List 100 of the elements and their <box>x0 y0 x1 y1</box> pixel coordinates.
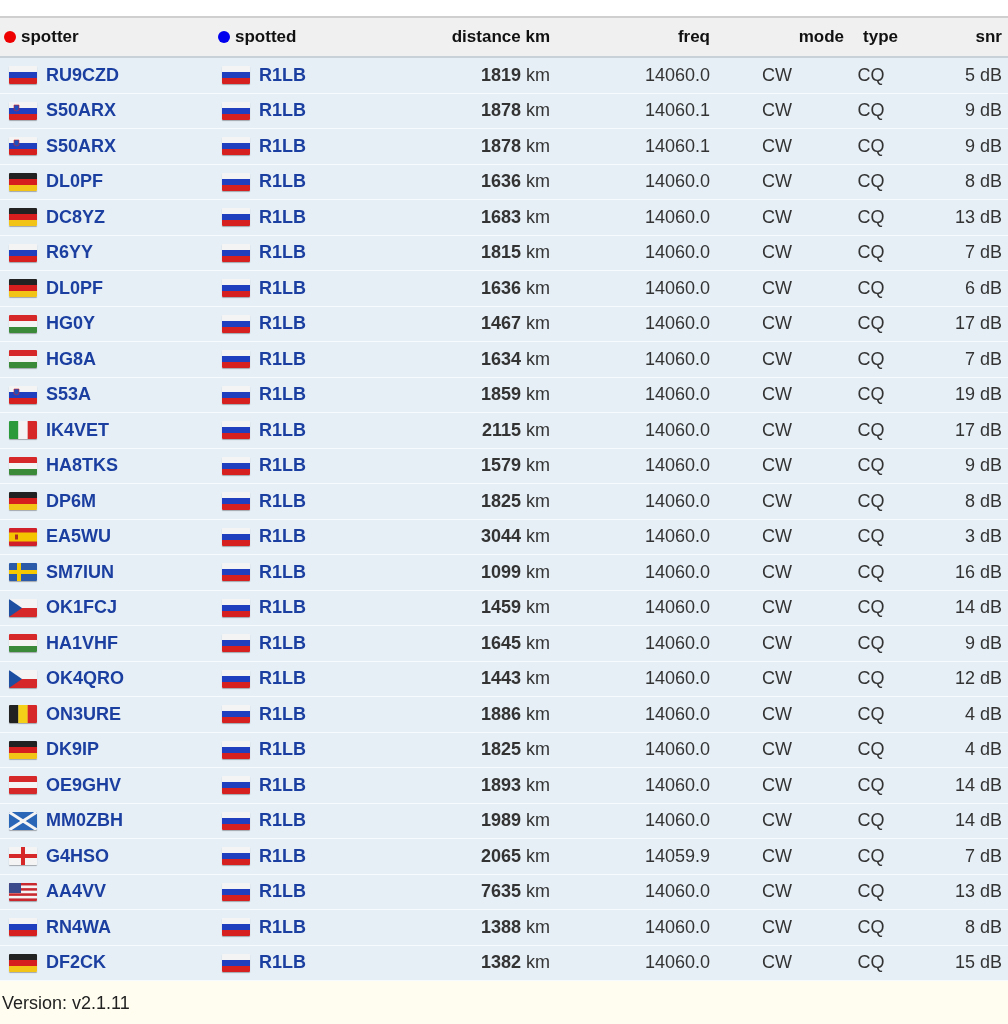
callsign-link[interactable]: HA8TKS <box>46 452 118 480</box>
column-header[interactable]: freq <box>677 24 710 50</box>
callsign-link[interactable]: HG8A <box>46 345 96 373</box>
frequency-cell: 14060.1 <box>644 135 710 156</box>
tricolor-flag-icon <box>222 953 250 972</box>
tricolor-flag-icon <box>9 634 37 653</box>
tricolor-flag-icon <box>222 740 250 759</box>
version-text: Version: v2.1.11 <box>2 991 130 1015</box>
callsign-link[interactable]: R1LB <box>259 97 306 125</box>
callsign-link[interactable]: MM0ZBH <box>46 807 123 835</box>
distance-cell: 1825 km <box>480 490 550 511</box>
tricolor-flag-icon <box>222 705 250 724</box>
callsign-link[interactable]: IK4VET <box>46 416 110 444</box>
distance-cell: 1382 km <box>480 952 550 973</box>
column-header[interactable]: distance km <box>451 24 550 50</box>
frequency-cell: 14060.0 <box>644 171 710 192</box>
snr-cell: 14 dB <box>954 810 1002 831</box>
callsign-link[interactable]: HA1VHF <box>46 629 118 657</box>
distance-cell: 1878 km <box>480 135 550 156</box>
mode-cell: CW <box>762 916 792 937</box>
callsign-link[interactable]: R1LB <box>259 842 306 870</box>
callsign-link[interactable]: DK9IP <box>46 736 99 764</box>
callsign-link[interactable]: R1LB <box>259 381 306 409</box>
callsign-link[interactable]: DC8YZ <box>46 203 105 231</box>
tricolor-flag-icon <box>222 669 250 688</box>
callsign-link[interactable]: R1LB <box>259 310 306 338</box>
callsign-link[interactable]: R1LB <box>259 949 306 977</box>
callsign-link[interactable]: OE9GHV <box>46 771 122 799</box>
callsign-link[interactable]: S50ARX <box>46 132 117 160</box>
mode-cell: CW <box>762 774 792 795</box>
callsign-link[interactable]: DL0PF <box>46 168 103 196</box>
callsign-link[interactable]: R1LB <box>259 274 306 302</box>
callsign-link[interactable]: OK4QRO <box>46 665 124 693</box>
callsign-link[interactable]: SM7IUN <box>46 558 114 586</box>
column-header[interactable]: snr <box>975 24 1002 50</box>
type-cell: CQ <box>857 206 885 227</box>
distance-cell: 1634 km <box>480 348 550 369</box>
type-cell: CQ <box>857 419 885 440</box>
callsign-link[interactable]: R6YY <box>46 239 94 267</box>
frequency-cell: 14060.0 <box>644 64 710 85</box>
callsign-link[interactable]: DP6M <box>46 487 96 515</box>
column-header[interactable]: mode <box>798 24 844 50</box>
callsign-link[interactable]: AA4VV <box>46 878 107 906</box>
callsign-link[interactable]: DL0PF <box>46 274 103 302</box>
mode-cell: CW <box>762 313 792 334</box>
distance-cell: 1099 km <box>480 561 550 582</box>
callsign-link[interactable]: R1LB <box>259 203 306 231</box>
mode-cell: CW <box>762 348 792 369</box>
column-header[interactable]: type <box>863 24 898 50</box>
callsign-link[interactable]: R1LB <box>259 452 306 480</box>
callsign-link[interactable]: S50ARX <box>46 97 117 125</box>
type-cell: CQ <box>857 561 885 582</box>
distance-cell: 1388 km <box>480 916 550 937</box>
tricolor-flag-icon <box>222 137 250 156</box>
tricolor-flag-icon <box>9 208 37 227</box>
distance-cell: 1459 km <box>480 597 550 618</box>
saltire-flag-icon <box>9 811 37 830</box>
callsign-link[interactable]: R1LB <box>259 132 306 160</box>
tricolor-flag-icon <box>9 314 37 333</box>
distance-cell: 1859 km <box>480 384 550 405</box>
callsign-link[interactable]: R1LB <box>259 345 306 373</box>
mode-cell: CW <box>762 135 792 156</box>
column-header[interactable]: spotter <box>21 24 79 50</box>
callsign-link[interactable]: G4HSO <box>46 842 110 870</box>
callsign-link[interactable]: R1LB <box>259 878 306 906</box>
cross-flag-icon <box>9 847 37 866</box>
callsign-link[interactable]: ON3URE <box>46 700 121 728</box>
callsign-link[interactable]: RN4WA <box>46 913 111 941</box>
callsign-link[interactable]: R1LB <box>259 807 306 835</box>
column-header[interactable]: spotted <box>235 24 297 50</box>
callsign-link[interactable]: R1LB <box>259 168 306 196</box>
type-cell: CQ <box>857 384 885 405</box>
callsign-link[interactable]: R1LB <box>259 523 306 551</box>
callsign-link[interactable]: R1LB <box>259 665 306 693</box>
callsign-link[interactable]: R1LB <box>259 913 306 941</box>
callsign-link[interactable]: R1LB <box>259 594 306 622</box>
callsign-link[interactable]: DF2CK <box>46 949 106 977</box>
tricolor-flag-icon <box>222 243 250 262</box>
tricolor-flag-icon <box>222 314 250 333</box>
callsign-link[interactable]: RU9CZD <box>46 61 119 89</box>
callsign-link[interactable]: HG0Y <box>46 310 96 338</box>
callsign-link[interactable]: R1LB <box>259 487 306 515</box>
type-cell: CQ <box>857 135 885 156</box>
callsign-link[interactable]: R1LB <box>259 700 306 728</box>
callsign-link[interactable]: S53A <box>46 381 92 409</box>
tricolor-flag-icon <box>9 350 37 369</box>
callsign-link[interactable]: R1LB <box>259 629 306 657</box>
callsign-link[interactable]: OK1FCJ <box>46 594 117 622</box>
distance-cell: 1645 km <box>480 632 550 653</box>
type-cell: CQ <box>857 845 885 866</box>
distance-cell: 1636 km <box>480 277 550 298</box>
callsign-link[interactable]: R1LB <box>259 416 306 444</box>
callsign-link[interactable]: R1LB <box>259 239 306 267</box>
distance-cell: 1825 km <box>480 739 550 760</box>
callsign-link[interactable]: R1LB <box>259 61 306 89</box>
callsign-link[interactable]: R1LB <box>259 736 306 764</box>
callsign-link[interactable]: R1LB <box>259 558 306 586</box>
callsign-link[interactable]: EA5WU <box>46 523 111 551</box>
mode-cell: CW <box>762 171 792 192</box>
callsign-link[interactable]: R1LB <box>259 771 306 799</box>
